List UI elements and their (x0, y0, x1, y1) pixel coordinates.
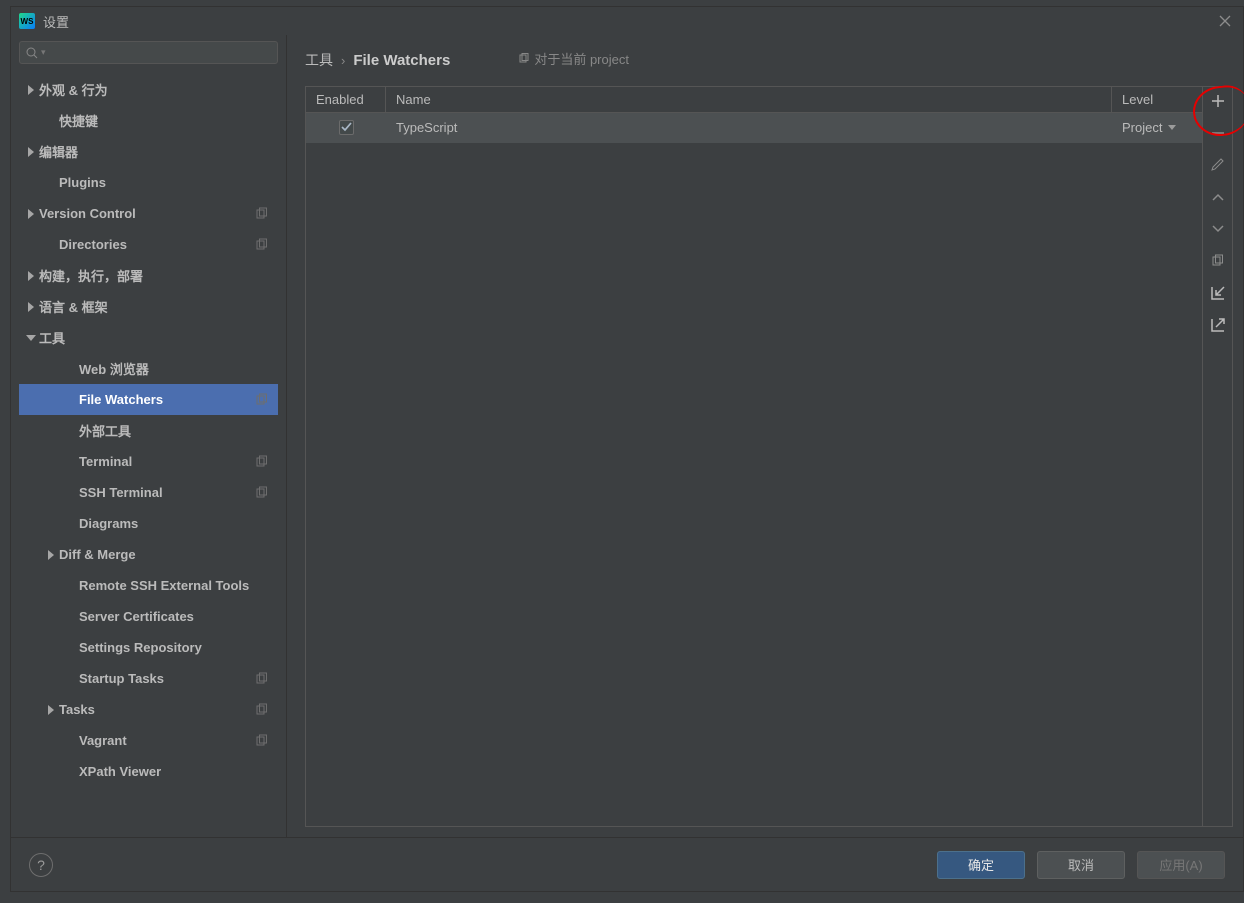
settings-window: WS 设置 ▾ 外观 & 行为快捷键编辑器 Plugins Version Cont… (10, 6, 1244, 892)
settings-tree: 外观 & 行为快捷键编辑器 Plugins Version Control Direc… (19, 74, 278, 787)
col-name[interactable]: Name (386, 87, 1112, 112)
sidebar-item[interactable]: Startup Tasks (19, 663, 278, 694)
sidebar-item[interactable]: Diff & Merge (19, 539, 278, 570)
chevron-right-icon (23, 302, 39, 312)
sidebar-item[interactable]: Plugins (19, 167, 278, 198)
sidebar-item-label: Server Certificates (79, 609, 194, 624)
chevron-right-icon (43, 550, 59, 560)
move-down-button[interactable] (1206, 219, 1230, 239)
search-input[interactable]: ▾ (19, 41, 278, 64)
sidebar-item[interactable]: 语言 & 框架 (19, 291, 278, 322)
sidebar-item-label: SSH Terminal (79, 485, 163, 500)
chevron-right-icon: › (341, 53, 345, 68)
sidebar-item-label: Version Control (39, 206, 136, 221)
help-button[interactable]: ? (29, 853, 53, 877)
copy-icon (518, 53, 530, 65)
scope-label: 对于当前 project (518, 49, 629, 68)
sidebar-item-label: Terminal (79, 454, 132, 469)
main-panel: 工具 › File Watchers 对于当前 project Enabled … (287, 35, 1243, 837)
col-level[interactable]: Level (1112, 87, 1202, 112)
sidebar-item[interactable]: Diagrams (19, 508, 278, 539)
sidebar-item-label: 构建，执行，部署 (39, 266, 143, 285)
sidebar-item[interactable]: 外部工具 (19, 415, 278, 446)
sidebar-item-label: Tasks (59, 702, 95, 717)
ok-button[interactable]: 确定 (937, 851, 1025, 879)
remove-button[interactable] (1206, 123, 1230, 143)
chevron-right-icon (23, 147, 39, 157)
content: ▾ 外观 & 行为快捷键编辑器 Plugins Version Control Dir… (11, 35, 1243, 837)
sidebar-item-label: Settings Repository (79, 640, 202, 655)
table-area: Enabled Name Level TypeScriptProject (305, 86, 1233, 828)
sidebar-item-label: Plugins (59, 175, 106, 190)
cancel-button[interactable]: 取消 (1037, 851, 1125, 879)
sidebar-item-label: 外观 & 行为 (39, 80, 108, 99)
table-header: Enabled Name Level (306, 87, 1202, 113)
sidebar-item-label: Vagrant (79, 733, 127, 748)
sidebar-item[interactable]: XPath Viewer (19, 756, 278, 787)
sidebar-item[interactable]: Vagrant (19, 725, 278, 756)
watcher-name: TypeScript (386, 120, 1112, 135)
sidebar-item[interactable]: 快捷键 (19, 105, 278, 136)
chevron-right-icon (23, 271, 39, 281)
sidebar-item[interactable]: Settings Repository (19, 632, 278, 663)
watchers-table: Enabled Name Level TypeScriptProject (306, 87, 1202, 827)
sidebar-item[interactable]: Directories (19, 229, 278, 260)
edit-button[interactable] (1206, 155, 1230, 175)
sidebar-item-label: Web 浏览器 (79, 359, 149, 378)
copy-button[interactable] (1206, 251, 1230, 271)
watcher-level[interactable]: Project (1112, 120, 1202, 135)
move-up-button[interactable] (1206, 187, 1230, 207)
sidebar-item[interactable]: SSH Terminal (19, 477, 278, 508)
sidebar-item[interactable]: Version Control (19, 198, 278, 229)
breadcrumb: 工具 › File Watchers 对于当前 project (305, 49, 1233, 70)
title-bar: WS 设置 (11, 7, 1243, 35)
sidebar-item[interactable]: File Watchers (19, 384, 278, 415)
chevron-down-icon (1168, 125, 1176, 130)
sidebar-item-label: Remote SSH External Tools (79, 578, 249, 593)
import-button[interactable] (1206, 283, 1230, 303)
chevron-right-icon (23, 85, 39, 95)
side-toolbar (1202, 87, 1232, 827)
sidebar-item-label: Directories (59, 237, 127, 252)
close-icon[interactable] (1217, 13, 1233, 29)
sidebar-item-label: File Watchers (79, 392, 163, 407)
sidebar-item-label: 快捷键 (59, 111, 98, 130)
apply-button[interactable]: 应用(A) (1137, 851, 1225, 879)
add-button[interactable] (1206, 91, 1230, 111)
breadcrumb-item[interactable]: 工具 (305, 50, 333, 70)
sidebar-item-label: 工具 (39, 328, 65, 347)
chevron-right-icon (43, 705, 59, 715)
window-title: 设置 (43, 12, 69, 31)
sidebar: ▾ 外观 & 行为快捷键编辑器 Plugins Version Control Dir… (11, 35, 287, 837)
chevron-right-icon (23, 209, 39, 219)
sidebar-item[interactable]: Remote SSH External Tools (19, 570, 278, 601)
breadcrumb-current: File Watchers (353, 52, 450, 69)
chevron-down-icon (23, 335, 39, 341)
sidebar-item[interactable]: 外观 & 行为 (19, 74, 278, 105)
col-enabled[interactable]: Enabled (306, 87, 386, 112)
sidebar-item-label: Startup Tasks (79, 671, 164, 686)
sidebar-item-label: 外部工具 (79, 421, 131, 440)
enabled-checkbox[interactable] (339, 120, 354, 135)
sidebar-item[interactable]: 构建，执行，部署 (19, 260, 278, 291)
table-body: TypeScriptProject (306, 113, 1202, 143)
table-row[interactable]: TypeScriptProject (306, 113, 1202, 143)
app-icon: WS (19, 13, 35, 29)
sidebar-item-label: 语言 & 框架 (39, 297, 108, 316)
sidebar-item[interactable]: 工具 (19, 322, 278, 353)
sidebar-item-label: Diff & Merge (59, 547, 136, 562)
sidebar-item-label: 编辑器 (39, 142, 78, 161)
sidebar-item[interactable]: 编辑器 (19, 136, 278, 167)
sidebar-item[interactable]: Server Certificates (19, 601, 278, 632)
sidebar-item[interactable]: Web 浏览器 (19, 353, 278, 384)
footer: ? 确定 取消 应用(A) (11, 837, 1243, 891)
export-button[interactable] (1206, 315, 1230, 335)
sidebar-item-label: XPath Viewer (79, 764, 161, 779)
sidebar-item[interactable]: Tasks (19, 694, 278, 725)
sidebar-item-label: Diagrams (79, 516, 138, 531)
sidebar-item[interactable]: Terminal (19, 446, 278, 477)
